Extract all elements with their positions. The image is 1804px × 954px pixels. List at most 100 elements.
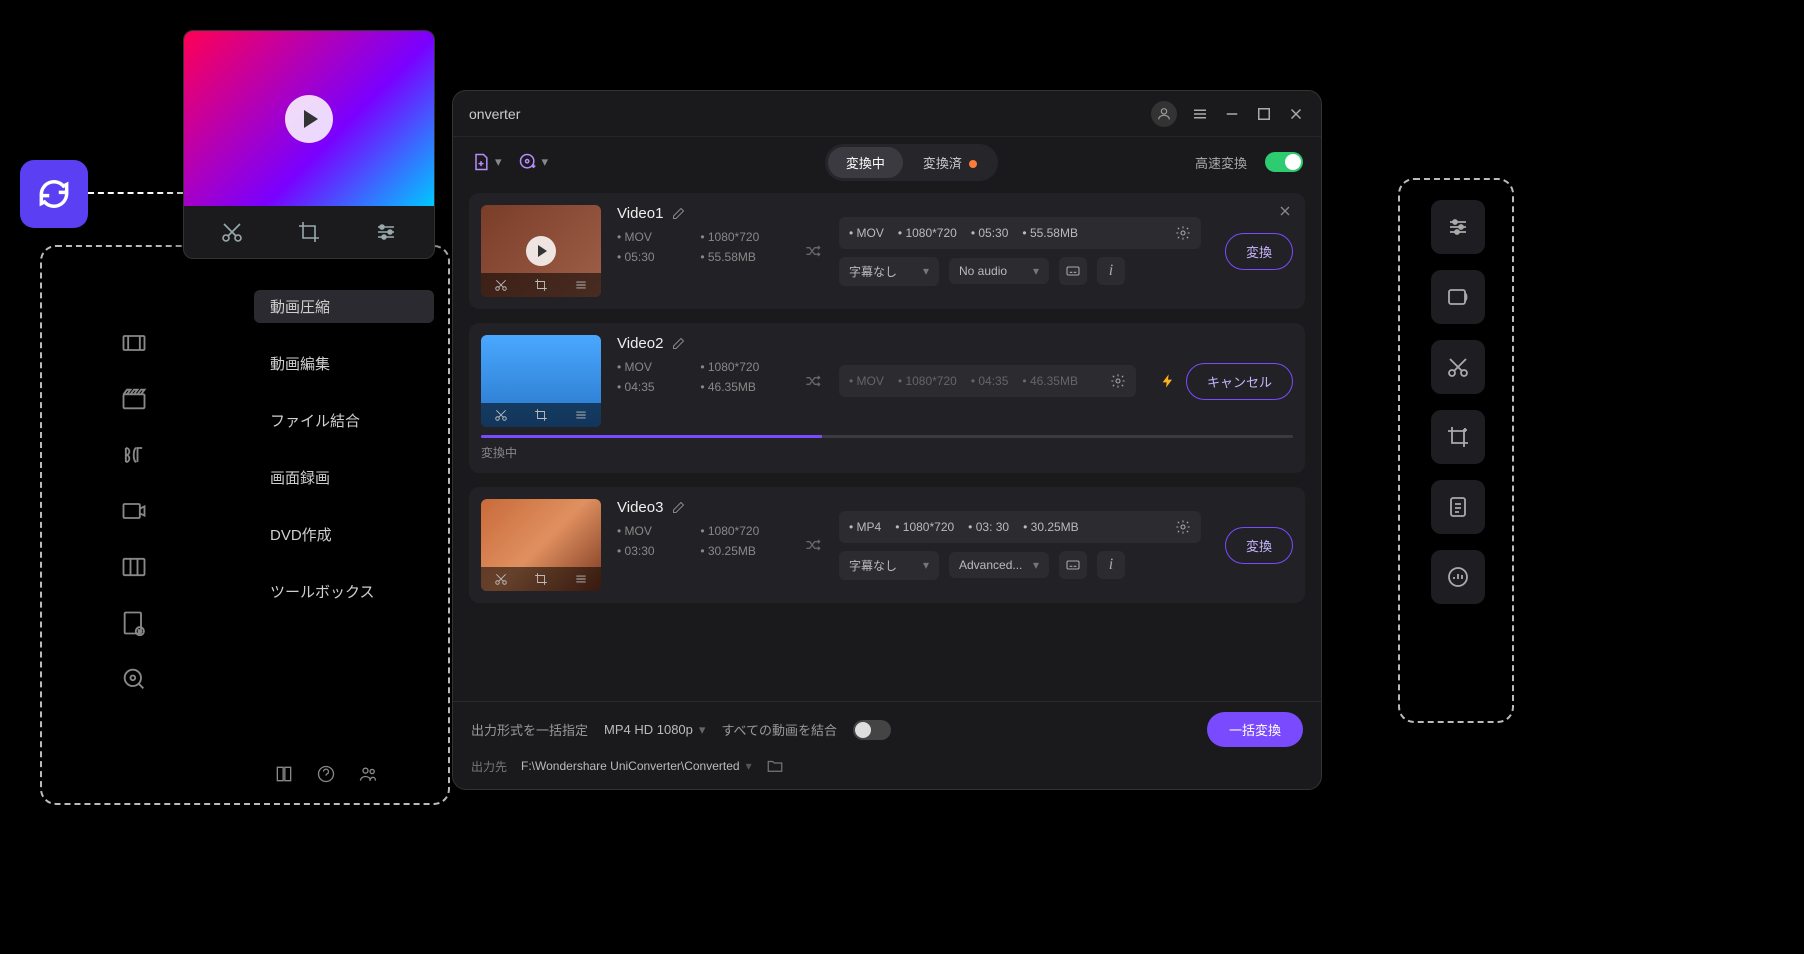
edit-icon[interactable] — [671, 206, 686, 221]
audio-select[interactable]: Advanced...▾ — [949, 552, 1049, 578]
convert-button[interactable]: 変換 — [1225, 527, 1293, 564]
app-window: onverter ▾ ▾ 変換中 変換済 高速変換 — [452, 90, 1322, 790]
folder-icon[interactable] — [766, 757, 784, 775]
video-list: Video1 MOV 1080*720 05:30 55.58MB MOV 10… — [453, 187, 1321, 701]
tab-converted[interactable]: 変換済 — [905, 147, 995, 178]
play-icon[interactable] — [526, 236, 556, 266]
progress-label: 変換中 — [481, 444, 1293, 461]
sidebar-footer — [274, 764, 378, 784]
meta-format: MOV — [617, 230, 682, 244]
preview-thumbnail[interactable] — [184, 31, 434, 206]
gear-icon[interactable] — [1175, 519, 1191, 535]
tab-converting[interactable]: 変換中 — [828, 147, 903, 178]
play-icon[interactable] — [285, 95, 333, 143]
toolbar: ▾ ▾ 変換中 変換済 高速変換 — [453, 137, 1321, 187]
format-label: 出力形式を一括指定 — [471, 720, 588, 739]
nav-merge[interactable]: ファイル結合 — [254, 404, 434, 437]
merge-toggle[interactable] — [853, 720, 891, 740]
crop-plus-icon[interactable] — [1431, 410, 1485, 464]
subtitle-icon[interactable] — [1059, 551, 1087, 579]
edit-icon[interactable] — [671, 336, 686, 351]
cancel-button[interactable]: キャンセル — [1186, 363, 1293, 400]
add-file-button[interactable]: ▾ — [471, 152, 502, 172]
convert-button[interactable]: 変換 — [1225, 233, 1293, 270]
subtitle-icon[interactable] — [1059, 257, 1087, 285]
menu-icon[interactable] — [1191, 105, 1209, 123]
image-swap-icon[interactable] — [1431, 270, 1485, 324]
close-icon[interactable] — [1287, 105, 1305, 123]
info-icon[interactable]: i — [1097, 257, 1125, 285]
titlebar: onverter — [453, 91, 1321, 137]
crop-icon[interactable] — [534, 572, 548, 586]
video-thumbnail[interactable] — [481, 335, 601, 427]
gif-icon — [120, 441, 148, 469]
output-dir-label: 出力先 — [471, 758, 507, 775]
nav-compress[interactable]: 動画圧縮 — [254, 290, 434, 323]
info-icon[interactable]: i — [1097, 551, 1125, 579]
nav-record[interactable]: 画面録画 — [254, 461, 434, 494]
video-name: Video1 — [617, 205, 663, 222]
minimize-icon[interactable] — [1223, 105, 1241, 123]
close-icon[interactable] — [1277, 203, 1293, 219]
preview-tools — [184, 206, 434, 258]
nav-edit[interactable]: 動画編集 — [254, 347, 434, 380]
sliders-icon[interactable] — [574, 278, 588, 292]
crop-icon[interactable] — [534, 408, 548, 422]
doc-play-icon — [120, 609, 148, 637]
cut-icon[interactable] — [494, 278, 508, 292]
cut-icon[interactable] — [1431, 340, 1485, 394]
help-icon[interactable] — [316, 764, 336, 784]
sliders-icon[interactable] — [574, 408, 588, 422]
fast-convert-label: 高速変換 — [1195, 153, 1247, 172]
format-select[interactable]: MP4 HD 1080p▾ — [604, 722, 705, 738]
status-tabs: 変換中 変換済 — [825, 144, 998, 181]
video-name: Video2 — [617, 335, 663, 352]
sidebar: 動画圧縮 動画編集 ファイル結合 画面録画 DVD作成 ツールボックス — [254, 290, 434, 608]
video-thumbnail[interactable] — [481, 499, 601, 591]
merge-label: すべての動画を結合 — [721, 720, 837, 739]
people-icon[interactable] — [358, 764, 378, 784]
meta-duration: 05:30 — [617, 250, 682, 264]
edit-icon[interactable] — [671, 500, 686, 515]
video-row: Video2 MOV 1080*720 04:35 46.35MB MOV 10… — [469, 323, 1305, 473]
video-thumbnail[interactable] — [481, 205, 601, 297]
sliders-icon[interactable] — [374, 220, 398, 244]
avatar-icon[interactable] — [1151, 101, 1177, 127]
output-path-select[interactable]: F:\Wondershare UniConverter\Converted▾ — [521, 759, 752, 773]
nav-toolbox[interactable]: ツールボックス — [254, 575, 434, 608]
video-name: Video3 — [617, 499, 663, 516]
crop-icon[interactable] — [297, 220, 321, 244]
video-row: Video3 MOV 1080*720 03:30 30.25MB MP4 10… — [469, 487, 1305, 603]
maximize-icon[interactable] — [1255, 105, 1273, 123]
sliders-icon[interactable] — [1431, 200, 1485, 254]
sliders-icon[interactable] — [574, 572, 588, 586]
subtitle-select[interactable]: 字幕なし▾ — [839, 257, 939, 286]
record-icon — [120, 497, 148, 525]
video-compress-icon — [120, 329, 148, 357]
book-icon[interactable] — [274, 764, 294, 784]
audio-select[interactable]: No audio▾ — [949, 258, 1049, 284]
preview-card — [183, 30, 435, 259]
cut-icon[interactable] — [494, 408, 508, 422]
cut-icon[interactable] — [220, 220, 244, 244]
output-meta: MP4 1080*720 03: 30 30.25MB — [839, 511, 1201, 543]
doc-lines-icon[interactable] — [1431, 480, 1485, 534]
gear-icon[interactable] — [1175, 225, 1191, 241]
batch-convert-button[interactable]: 一括変換 — [1207, 712, 1303, 747]
subtitle-select[interactable]: 字幕なし▾ — [839, 551, 939, 580]
chart-circle-icon[interactable] — [1431, 550, 1485, 604]
arrow-icon — [803, 371, 823, 391]
cut-icon[interactable] — [494, 572, 508, 586]
app-title: onverter — [469, 106, 520, 122]
nav-dvd[interactable]: DVD作成 — [254, 518, 434, 551]
columns-icon — [120, 553, 148, 581]
crop-icon[interactable] — [534, 278, 548, 292]
left-toolbar — [100, 305, 168, 717]
progress-bar — [481, 435, 1293, 438]
add-disc-button[interactable]: ▾ — [518, 152, 549, 172]
arrow-icon — [803, 241, 823, 261]
arrow-icon — [803, 535, 823, 555]
fast-convert-toggle[interactable] — [1265, 152, 1303, 172]
right-toolbar — [1422, 200, 1494, 604]
gear-icon[interactable] — [1110, 373, 1126, 389]
